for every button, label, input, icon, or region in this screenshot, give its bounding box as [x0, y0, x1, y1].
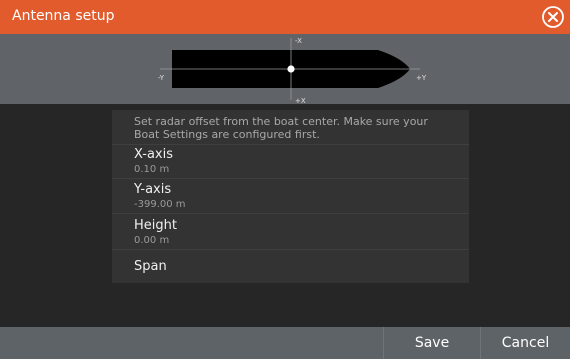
- plus-y-label: +Y: [416, 74, 427, 82]
- x-axis-row[interactable]: X-axis 0.10 m: [112, 144, 469, 179]
- x-axis-label: X-axis: [134, 147, 173, 162]
- span-row[interactable]: Span: [112, 249, 469, 284]
- height-label: Height: [134, 218, 177, 233]
- settings-panel: Set radar offset from the boat center. M…: [112, 110, 469, 283]
- plus-x-label: +X: [295, 97, 306, 104]
- cancel-button[interactable]: Cancel: [481, 327, 570, 359]
- x-axis-value: 0.10 m: [134, 164, 170, 175]
- antenna-marker: [287, 65, 295, 73]
- save-button[interactable]: Save: [384, 327, 480, 359]
- height-row[interactable]: Height 0.00 m: [112, 213, 469, 250]
- minus-y-label: -Y: [158, 74, 165, 82]
- title-bar: Antenna setup: [0, 0, 570, 34]
- y-axis-value: -399.00 m: [134, 199, 186, 210]
- minus-x-label: -X: [295, 37, 302, 45]
- y-axis-label: Y-axis: [134, 182, 172, 197]
- span-label: Span: [134, 259, 167, 274]
- panel-description: Set radar offset from the boat center. M…: [134, 115, 428, 141]
- dialog-title: Antenna setup: [12, 8, 115, 24]
- y-axis-row[interactable]: Y-axis -399.00 m: [112, 178, 469, 213]
- boat-diagram-graphic: -X +X -Y +Y: [158, 37, 427, 105]
- boat-diagram: -X +X -Y +Y: [0, 34, 570, 105]
- footer-bar: Save Cancel: [0, 327, 570, 359]
- close-icon[interactable]: [541, 5, 565, 29]
- height-value: 0.00 m: [134, 235, 170, 246]
